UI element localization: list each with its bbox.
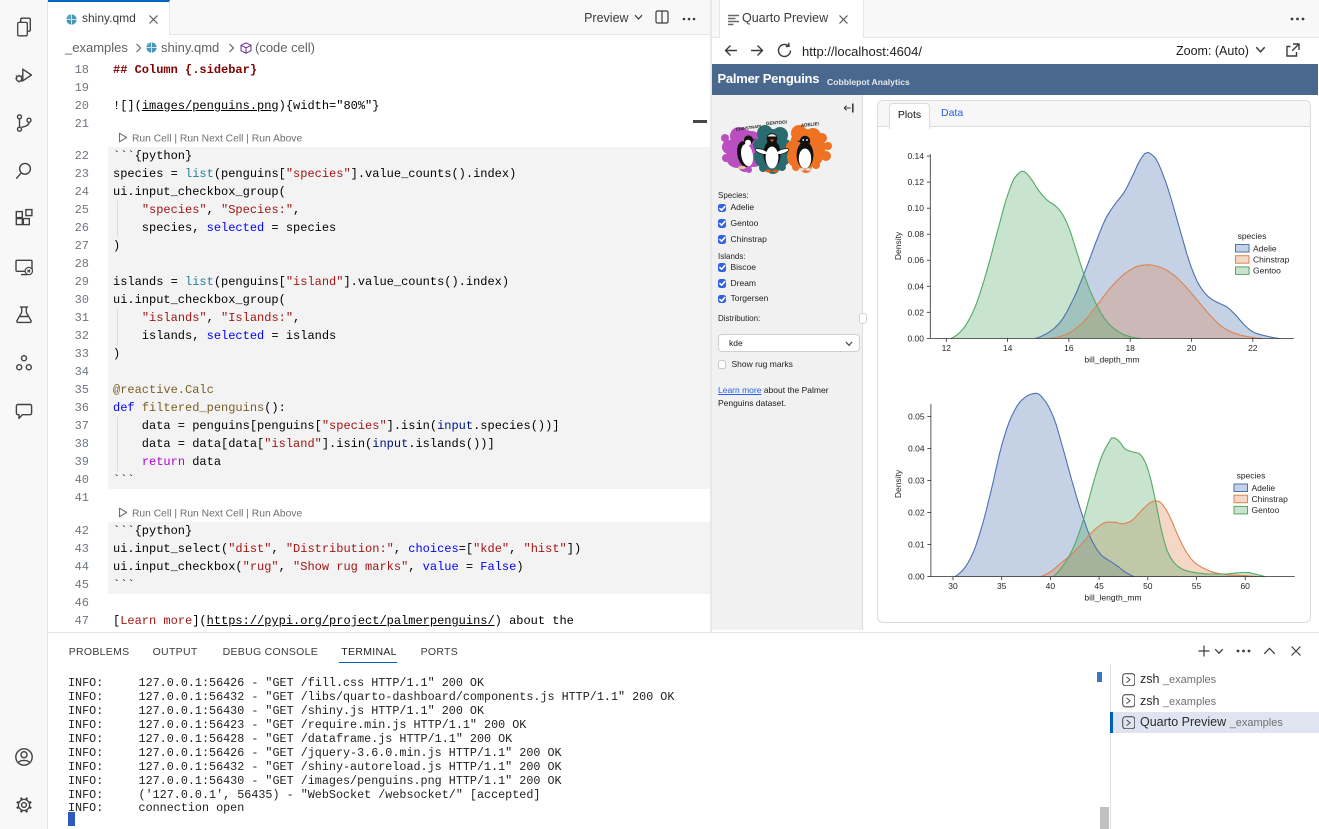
svg-text:Gentoo: Gentoo [1252,505,1280,515]
svg-text:0.12: 0.12 [907,177,924,187]
svg-text:species: species [1237,471,1266,481]
svg-text:Density: Density [893,231,903,260]
svg-text:Chinstrap: Chinstrap [1252,494,1289,504]
svg-text:0.00: 0.00 [908,572,925,582]
svg-text:45: 45 [1094,581,1104,591]
svg-text:12: 12 [942,343,952,353]
svg-text:bill_length_mm: bill_length_mm [1084,593,1141,603]
svg-text:16: 16 [1064,343,1074,353]
svg-text:Chinstrap: Chinstrap [1253,255,1290,265]
svg-text:Adelie: Adelie [1252,483,1276,493]
svg-text:0.05: 0.05 [908,412,925,422]
svg-text:60: 60 [1240,581,1250,591]
svg-text:Density: Density [893,469,903,498]
svg-text:0.02: 0.02 [907,307,924,317]
svg-text:20: 20 [1187,343,1197,353]
svg-text:55: 55 [1192,581,1202,591]
svg-text:GENTOO!: GENTOO! [766,119,788,126]
svg-text:species: species [1238,231,1267,241]
svg-text:50: 50 [1143,581,1153,591]
svg-text:35: 35 [997,581,1007,591]
svg-text:0.06: 0.06 [907,255,924,265]
svg-text:Adelie: Adelie [1253,243,1277,253]
svg-text:22: 22 [1248,343,1258,353]
svg-text:ADELIE!: ADELIE! [801,121,820,128]
svg-text:40: 40 [1046,581,1056,591]
svg-text:Gentoo: Gentoo [1253,266,1281,276]
svg-text:0.08: 0.08 [907,229,924,239]
svg-text:0.10: 0.10 [907,203,924,213]
svg-text:0.00: 0.00 [907,333,924,343]
svg-text:30: 30 [948,581,958,591]
svg-text:0.04: 0.04 [907,281,924,291]
svg-text:0.04: 0.04 [908,444,925,454]
svg-text:0.03: 0.03 [908,476,925,486]
svg-text:14: 14 [1003,343,1013,353]
svg-text:bill_depth_mm: bill_depth_mm [1084,354,1139,364]
svg-text:0.01: 0.01 [908,540,925,550]
svg-text:18: 18 [1125,343,1135,353]
svg-text:0.02: 0.02 [908,508,925,518]
svg-text:0.14: 0.14 [907,151,924,161]
